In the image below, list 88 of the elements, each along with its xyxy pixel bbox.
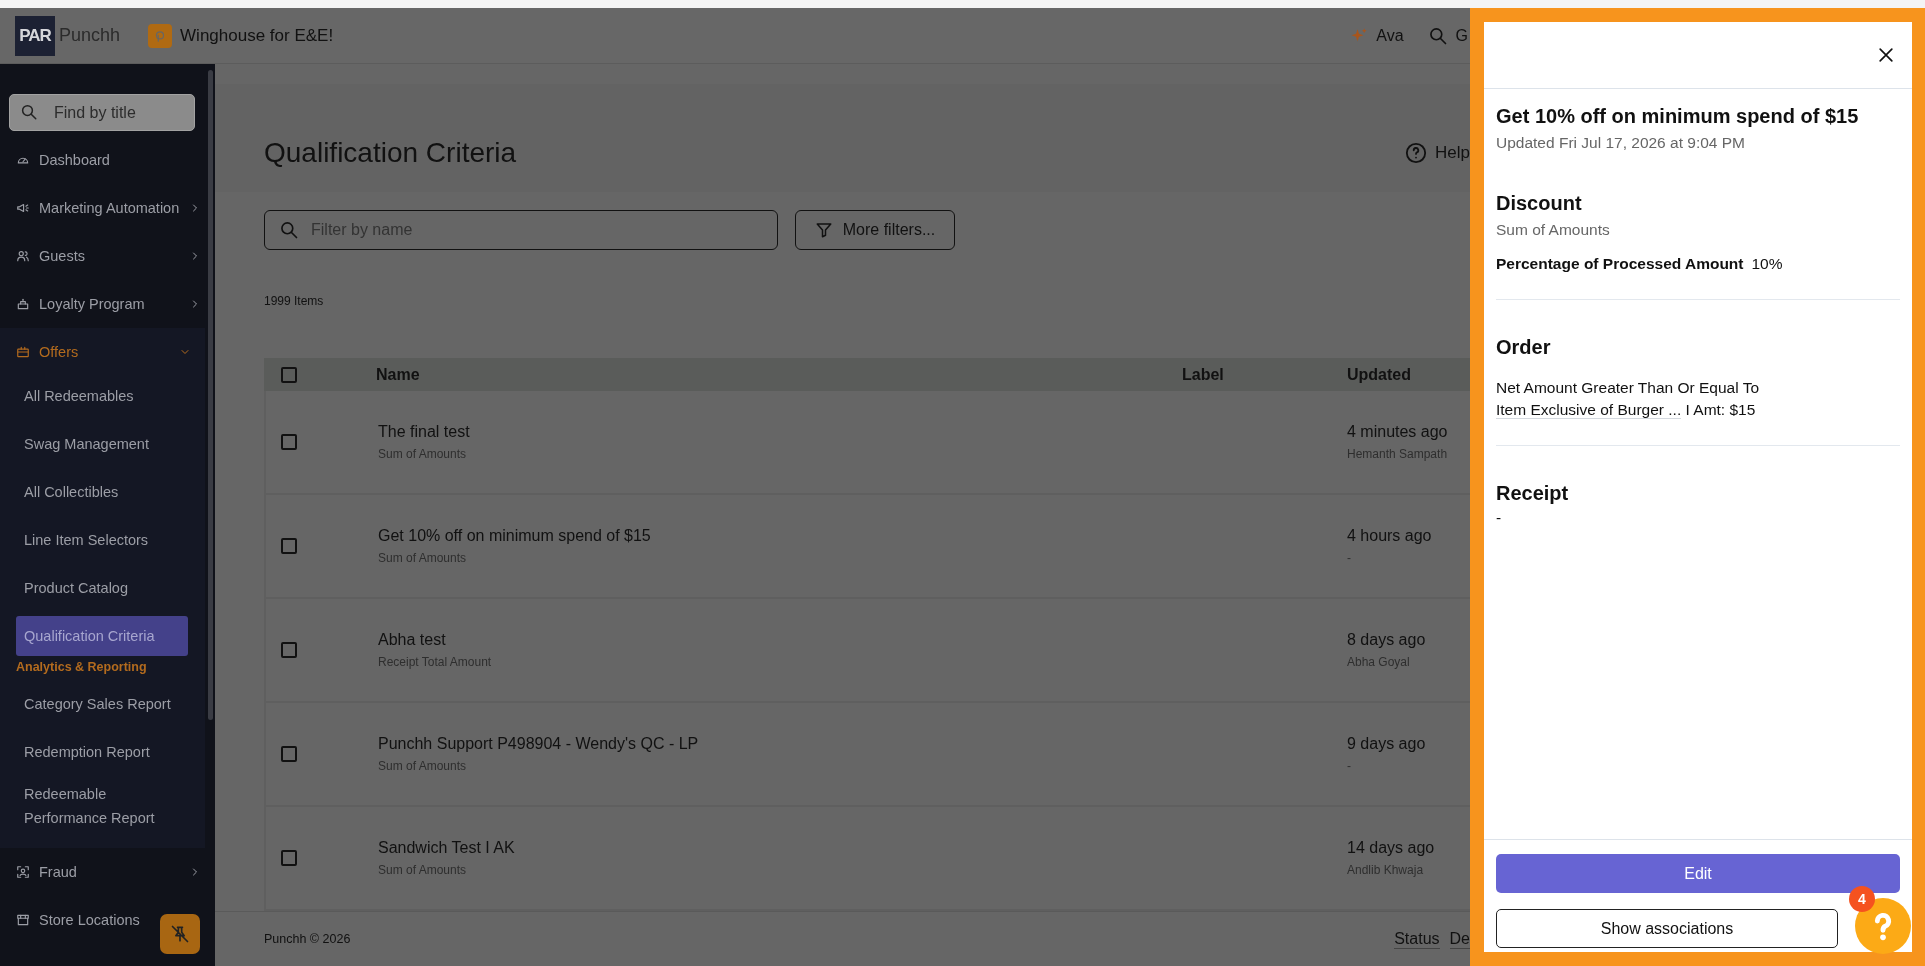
scrollbar[interactable]	[208, 70, 213, 720]
updated-by: Abha Goyal	[1347, 655, 1411, 669]
updated-time: 14 days ago	[1347, 839, 1436, 857]
help-icon	[1405, 142, 1428, 164]
sidebar-subitem[interactable]: Redeemable Performance Report	[16, 780, 188, 832]
updated-by: -	[1347, 759, 1352, 773]
criteria-name[interactable]: Sandwich Test I AK	[378, 839, 1182, 857]
column-header[interactable]: Updated	[1347, 365, 1470, 384]
row-checkbox[interactable]	[281, 434, 297, 450]
updated-by: -	[1347, 551, 1352, 565]
item-link[interactable]: Item Exclusive of Burger ...	[1496, 401, 1682, 419]
sidebar-subitem[interactable]: Redemption Report	[16, 732, 188, 772]
select-all-checkbox[interactable]	[281, 366, 297, 383]
section-subtitle: Sum of Amounts	[1496, 221, 1611, 239]
section-heading: Discount	[1496, 192, 1583, 215]
sidebar-subitem[interactable]: Category Sales Report	[16, 684, 188, 724]
criteria-type: Sum of Amounts	[378, 863, 468, 877]
close-button[interactable]	[1876, 45, 1896, 65]
people-icon	[16, 249, 30, 263]
sidebar-subitem[interactable]: Swag Management	[16, 424, 188, 464]
updated-by: Andlib Khwaja	[1347, 863, 1425, 877]
detail-title: Get 10% off on minimum spend of $15	[1496, 105, 1860, 128]
criteria-name[interactable]: The final test	[378, 423, 1182, 441]
sidebar-item[interactable]: Dashboard	[0, 136, 215, 184]
item-count: 1999 Items	[264, 294, 324, 308]
business-name[interactable]: Winghouse for E&E!	[180, 25, 334, 46]
face-scan-icon	[16, 865, 30, 879]
updated-time: 8 days ago	[1347, 631, 1427, 649]
sidebar-item[interactable]: Guests	[0, 232, 215, 280]
close-icon	[1876, 45, 1896, 65]
sidebar-subitem[interactable]: Qualification Criteria	[16, 616, 188, 656]
updated-by: Hemanth Sampath	[1347, 447, 1449, 461]
sidebar-subitem[interactable]: All Collectibles	[16, 472, 188, 512]
sidebar-section-label: Analytics & Reporting	[15, 660, 148, 674]
updated-time: 4 minutes ago	[1347, 423, 1449, 441]
more-filters-button[interactable]: More filters...	[795, 210, 955, 250]
updated-time: 4 hours ago	[1347, 527, 1433, 545]
search-icon	[279, 220, 299, 240]
business-logo-icon	[148, 23, 173, 48]
sidebar-subitem[interactable]: All Redeemables	[16, 376, 188, 416]
criteria-type: Sum of Amounts	[378, 551, 468, 565]
megaphone-icon	[16, 201, 30, 215]
sidebar-subitem[interactable]: Line Item Selectors	[16, 520, 188, 560]
criteria-type: Sum of Amounts	[378, 447, 468, 461]
criteria-name[interactable]: Punchh Support P498904 - Wendy's QC - LP	[378, 735, 1182, 753]
sidebar-search-field[interactable]: Find by title	[9, 94, 195, 131]
pin-button[interactable]	[160, 914, 200, 954]
condition-text: I Amt: $15	[1685, 401, 1756, 418]
sidebar-item[interactable]: Fraud	[0, 848, 215, 896]
filter-icon	[814, 221, 833, 239]
gift-icon	[16, 345, 30, 359]
criteria-type: Sum of Amounts	[378, 759, 468, 773]
assistant-link[interactable]: Ava	[1376, 26, 1404, 45]
sidebar-item[interactable]: Marketing Automation	[0, 184, 215, 232]
section-heading: Order	[1496, 336, 1552, 359]
search-icon	[20, 103, 38, 121]
condition-text: Net Amount Greater Than Or Equal To	[1496, 379, 1761, 397]
podium-icon	[16, 297, 30, 311]
field-label: Percentage of Processed Amount	[1496, 255, 1744, 272]
section-heading: Receipt	[1496, 482, 1570, 505]
sidebar-item[interactable]: Loyalty Program	[0, 280, 215, 328]
row-checkbox[interactable]	[281, 746, 297, 762]
sidebar-item[interactable]: Offers	[0, 328, 205, 376]
condition-text: -	[1496, 509, 1503, 527]
footer-link[interactable]: Status	[1394, 929, 1440, 949]
brand-name: Punchh	[59, 25, 121, 46]
updated-text: Updated Fri Jul 17, 2026 at 9:04 PM	[1496, 134, 1746, 152]
column-header[interactable]: Label	[1182, 365, 1347, 384]
logo[interactable]: PAR	[15, 15, 55, 56]
row-checkbox[interactable]	[281, 850, 297, 866]
updated-time: 9 days ago	[1347, 735, 1427, 753]
row-checkbox[interactable]	[281, 538, 297, 554]
criteria-name[interactable]: Get 10% off on minimum spend of $15	[378, 527, 1182, 545]
edit-button[interactable]: Edit	[1496, 854, 1900, 893]
copyright-text: Punchh © 2026	[264, 932, 351, 946]
search-icon[interactable]	[1427, 25, 1448, 46]
row-checkbox[interactable]	[281, 642, 297, 658]
search-link[interactable]: G	[1455, 26, 1468, 45]
show-associations-button[interactable]: Show associations	[1496, 909, 1838, 948]
crossed-pin-icon	[170, 924, 190, 944]
store-icon	[16, 913, 30, 927]
criteria-name[interactable]: Abha test	[378, 631, 1182, 649]
column-header[interactable]: Name	[376, 365, 1182, 384]
criteria-type: Receipt Total Amount	[378, 655, 493, 669]
help-link[interactable]: Help	[1405, 142, 1470, 164]
page-title: Qualification Criteria	[264, 137, 518, 169]
sidebar-subitem[interactable]: Product Catalog	[16, 568, 188, 608]
field-value: 10%	[1751, 255, 1783, 272]
